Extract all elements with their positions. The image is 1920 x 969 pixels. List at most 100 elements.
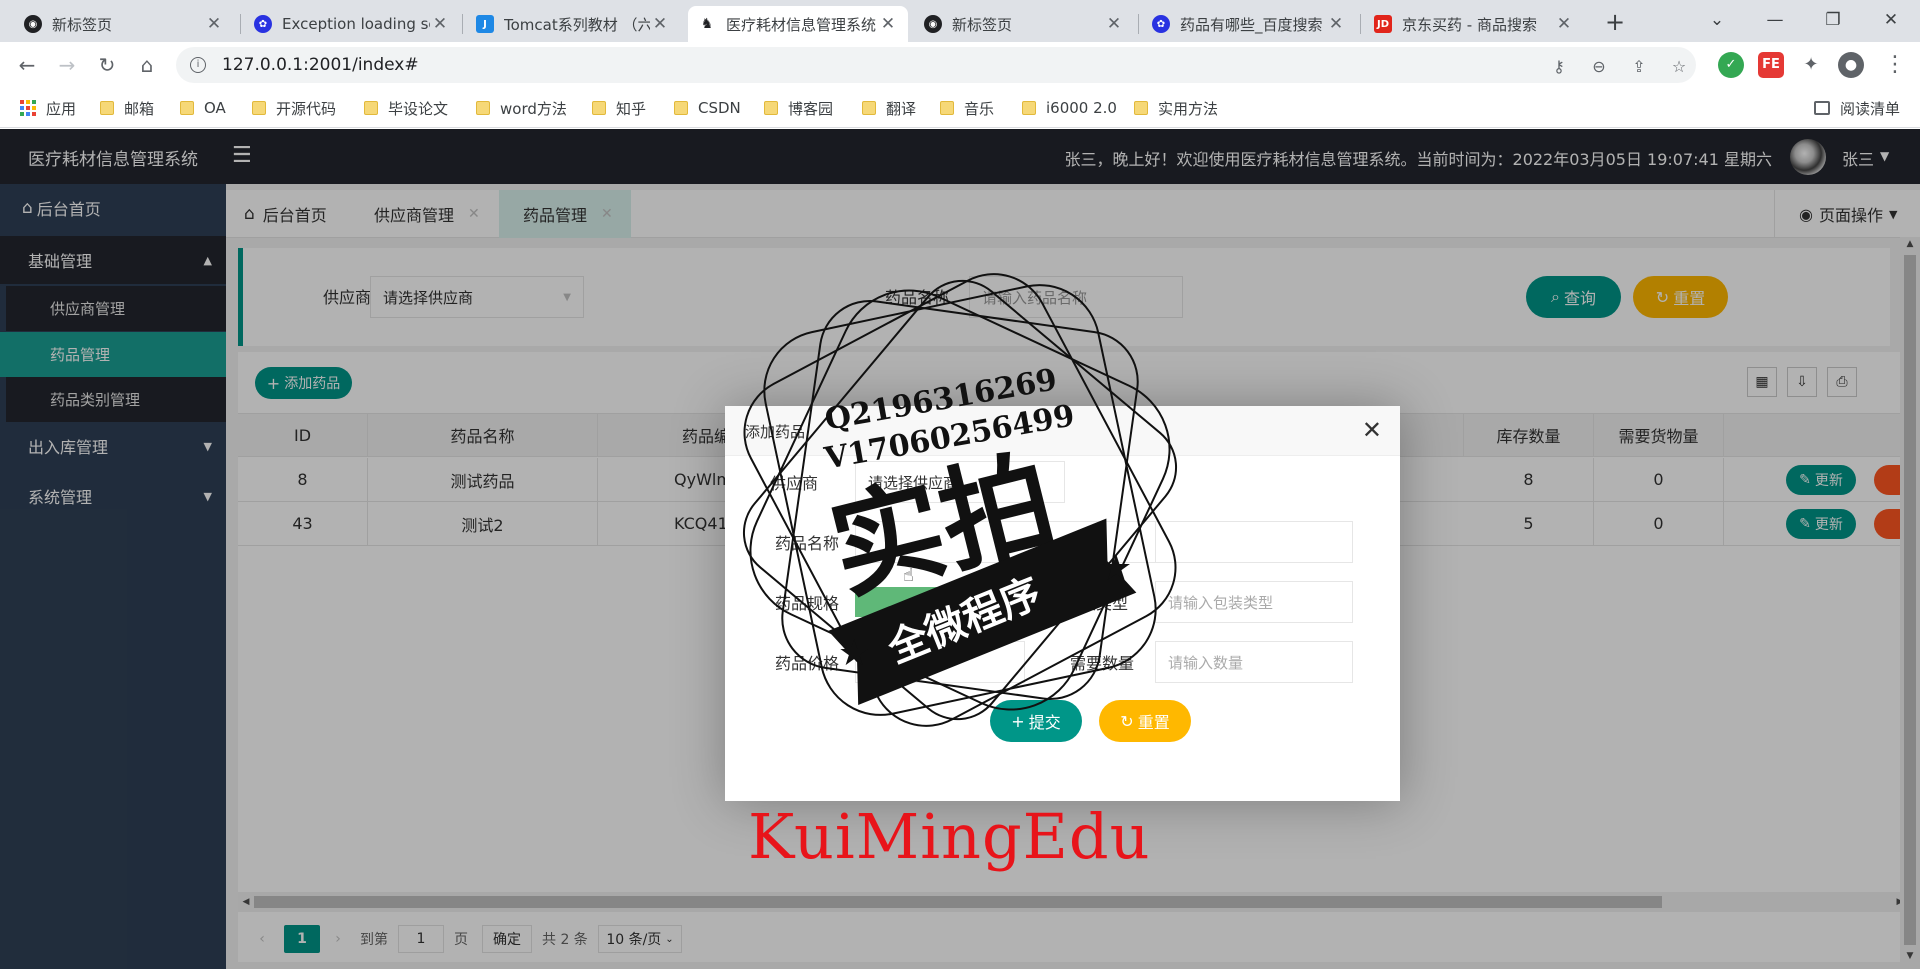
new-tab-button[interactable]: + xyxy=(1600,8,1630,38)
profile-icon[interactable]: ● xyxy=(1838,52,1864,78)
zoom-icon[interactable]: ⊖ xyxy=(1588,56,1610,78)
bookmark-folder[interactable]: word方法 xyxy=(476,96,567,120)
browser-tab-baidu[interactable]: ✿ 药品有哪些_百度搜索 ✕ xyxy=(1142,6,1356,42)
bookmark-label: 应用 xyxy=(46,99,77,118)
refresh-icon: ↻ xyxy=(1120,711,1134,731)
folder-icon xyxy=(476,101,490,115)
bookmark-folder[interactable]: OA xyxy=(180,96,226,120)
close-window-icon[interactable]: ✕ xyxy=(1866,4,1916,36)
bookmark-label: i6000 2.0 xyxy=(1046,99,1117,117)
browser-tab-title: 药品有哪些_百度搜索 xyxy=(1180,15,1323,34)
tomcat-favicon-icon: J xyxy=(476,15,494,33)
bookmark-folder[interactable]: 开源代码 xyxy=(252,96,336,120)
reading-list-icon xyxy=(1814,101,1830,115)
folder-icon xyxy=(674,101,688,115)
shield-extension-icon[interactable]: ✓ xyxy=(1718,52,1744,78)
modal-reset-button[interactable]: ↻ 重置 xyxy=(1099,700,1191,742)
folder-icon xyxy=(592,101,606,115)
folder-icon xyxy=(940,101,954,115)
drug-price-input[interactable]: 请输入价格 xyxy=(855,641,1025,683)
close-tab-icon[interactable]: ✕ xyxy=(1554,14,1574,34)
browser-tab-active[interactable]: ♞ 医疗耗材信息管理系统 ✕ xyxy=(688,6,908,42)
tab-separator xyxy=(240,14,241,34)
submit-button[interactable]: + 提交 xyxy=(990,700,1082,742)
bookmark-folder[interactable]: 邮箱 xyxy=(100,96,154,120)
folder-icon xyxy=(252,101,266,115)
close-tab-icon[interactable]: ✕ xyxy=(1326,14,1346,34)
site-info-icon[interactable]: i xyxy=(190,57,206,73)
bookmark-folder[interactable]: 音乐 xyxy=(940,96,994,120)
bookmark-folder[interactable]: 翻译 xyxy=(862,96,916,120)
share-icon[interactable]: ⇪ xyxy=(1628,56,1650,78)
bookmark-label: OA xyxy=(204,99,226,117)
bookmark-folder[interactable]: 知乎 xyxy=(592,96,646,120)
spec-dropdown-highlight[interactable] xyxy=(855,587,1065,617)
package-type-placeholder: 请输入包装类型 xyxy=(1168,593,1274,612)
dialog-title: 添加药品 xyxy=(745,423,806,441)
close-tab-icon[interactable]: ✕ xyxy=(1104,14,1124,34)
tab-separator xyxy=(462,14,463,34)
browser-tab-strip: ◉ 新标签页 ✕ ✿ Exception loading se ✕ J Tomc… xyxy=(0,0,1920,42)
folder-icon xyxy=(100,101,114,115)
menu-kebab-icon[interactable]: ⋮ xyxy=(1884,50,1906,80)
baidu-favicon-icon: ✿ xyxy=(254,15,272,33)
tab-favicon-icon: ◉ xyxy=(924,15,942,33)
package-type-label: 装类型 xyxy=(1080,594,1129,613)
browser-tab-tomcat[interactable]: J Tomcat系列教材 （六 ✕ xyxy=(466,6,680,42)
drug-price-label: 药品价格 xyxy=(775,654,840,673)
tab-favicon-icon: ◉ xyxy=(24,15,42,33)
bookmark-star-icon[interactable]: ☆ xyxy=(1668,56,1690,78)
close-tab-icon[interactable]: ✕ xyxy=(430,14,450,34)
bookmark-label: 实用方法 xyxy=(1158,99,1219,118)
bookmark-folder[interactable]: CSDN xyxy=(674,96,741,120)
browser-tab-new-1[interactable]: ◉ 新标签页 ✕ xyxy=(14,6,234,42)
restore-icon[interactable]: ❐ xyxy=(1808,4,1858,36)
browser-tab-title: 新标签页 xyxy=(52,15,113,34)
bookmark-folder[interactable]: i6000 2.0 xyxy=(1022,96,1117,120)
address-bar[interactable]: i 127.0.0.1:2001/index# ⚷ ⊖ ⇪ ☆ xyxy=(176,47,1696,83)
baidu-favicon-icon: ✿ xyxy=(1152,15,1170,33)
browser-tab-exception[interactable]: ✿ Exception loading se ✕ xyxy=(244,6,460,42)
bookmark-label: 开源代码 xyxy=(276,99,337,118)
fe-extension-icon[interactable]: FE xyxy=(1758,52,1784,78)
home-icon[interactable]: ⌂ xyxy=(132,50,162,80)
close-tab-icon[interactable]: ✕ xyxy=(878,14,898,34)
close-icon[interactable]: ✕ xyxy=(1362,416,1382,444)
bookmark-label: 邮箱 xyxy=(124,99,155,118)
puzzle-extension-icon[interactable]: ✦ xyxy=(1798,52,1824,78)
key-icon[interactable]: ⚷ xyxy=(1548,56,1570,78)
drug-price-placeholder: 请输入价格 xyxy=(868,653,944,672)
browser-tab-title: Exception loading se xyxy=(282,15,430,33)
bookmark-apps[interactable]: 应用 xyxy=(20,96,76,120)
reading-list-label: 阅读清单 xyxy=(1840,99,1901,118)
bookmark-label: 知乎 xyxy=(616,99,647,118)
submit-label: 提交 xyxy=(1028,713,1061,732)
drug-name-input[interactable] xyxy=(855,521,1195,563)
close-tab-icon[interactable]: ✕ xyxy=(204,14,224,34)
drug-spec-label: 药品规格 xyxy=(775,594,840,613)
package-type-input[interactable]: 请输入包装类型 xyxy=(1155,581,1353,623)
close-tab-icon[interactable]: ✕ xyxy=(650,14,670,34)
bookmark-folder[interactable]: 博客园 xyxy=(764,96,833,120)
supplier-select[interactable]: 请选择供应商 xyxy=(855,461,1065,503)
drug-type-input[interactable] xyxy=(1155,521,1353,563)
browser-tab-new-2[interactable]: ◉ 新标签页 ✕ xyxy=(914,6,1134,42)
tab-search-icon[interactable]: ⌄ xyxy=(1692,4,1742,36)
reload-icon[interactable]: ↻ xyxy=(92,50,122,80)
reading-list[interactable]: 阅读清单 xyxy=(1814,96,1900,120)
plus-icon: + xyxy=(1011,711,1025,731)
need-qty-input[interactable]: 请输入数量 xyxy=(1155,641,1353,683)
folder-icon xyxy=(862,101,876,115)
bookmark-label: 翻译 xyxy=(886,99,917,118)
forward-icon[interactable]: → xyxy=(52,50,82,80)
browser-tab-title: 新标签页 xyxy=(952,15,1013,34)
bookmark-folder[interactable]: 实用方法 xyxy=(1134,96,1218,120)
watermark-brand: KuiMingEdu xyxy=(748,800,1151,873)
bookmark-folder[interactable]: 毕设论文 xyxy=(364,96,448,120)
bookmarks-bar: 应用 邮箱 OA 开源代码 毕设论文 word方法 知乎 CSDN 博客园 翻译… xyxy=(0,88,1920,128)
minimize-icon[interactable]: — xyxy=(1750,4,1800,36)
folder-icon xyxy=(364,101,378,115)
browser-tab-jd[interactable]: JD 京东买药 - 商品搜索 ✕ xyxy=(1364,6,1584,42)
back-icon[interactable]: ← xyxy=(12,50,42,80)
browser-toolbar: ← → ↻ ⌂ i 127.0.0.1:2001/index# ⚷ ⊖ ⇪ ☆ … xyxy=(0,42,1920,88)
